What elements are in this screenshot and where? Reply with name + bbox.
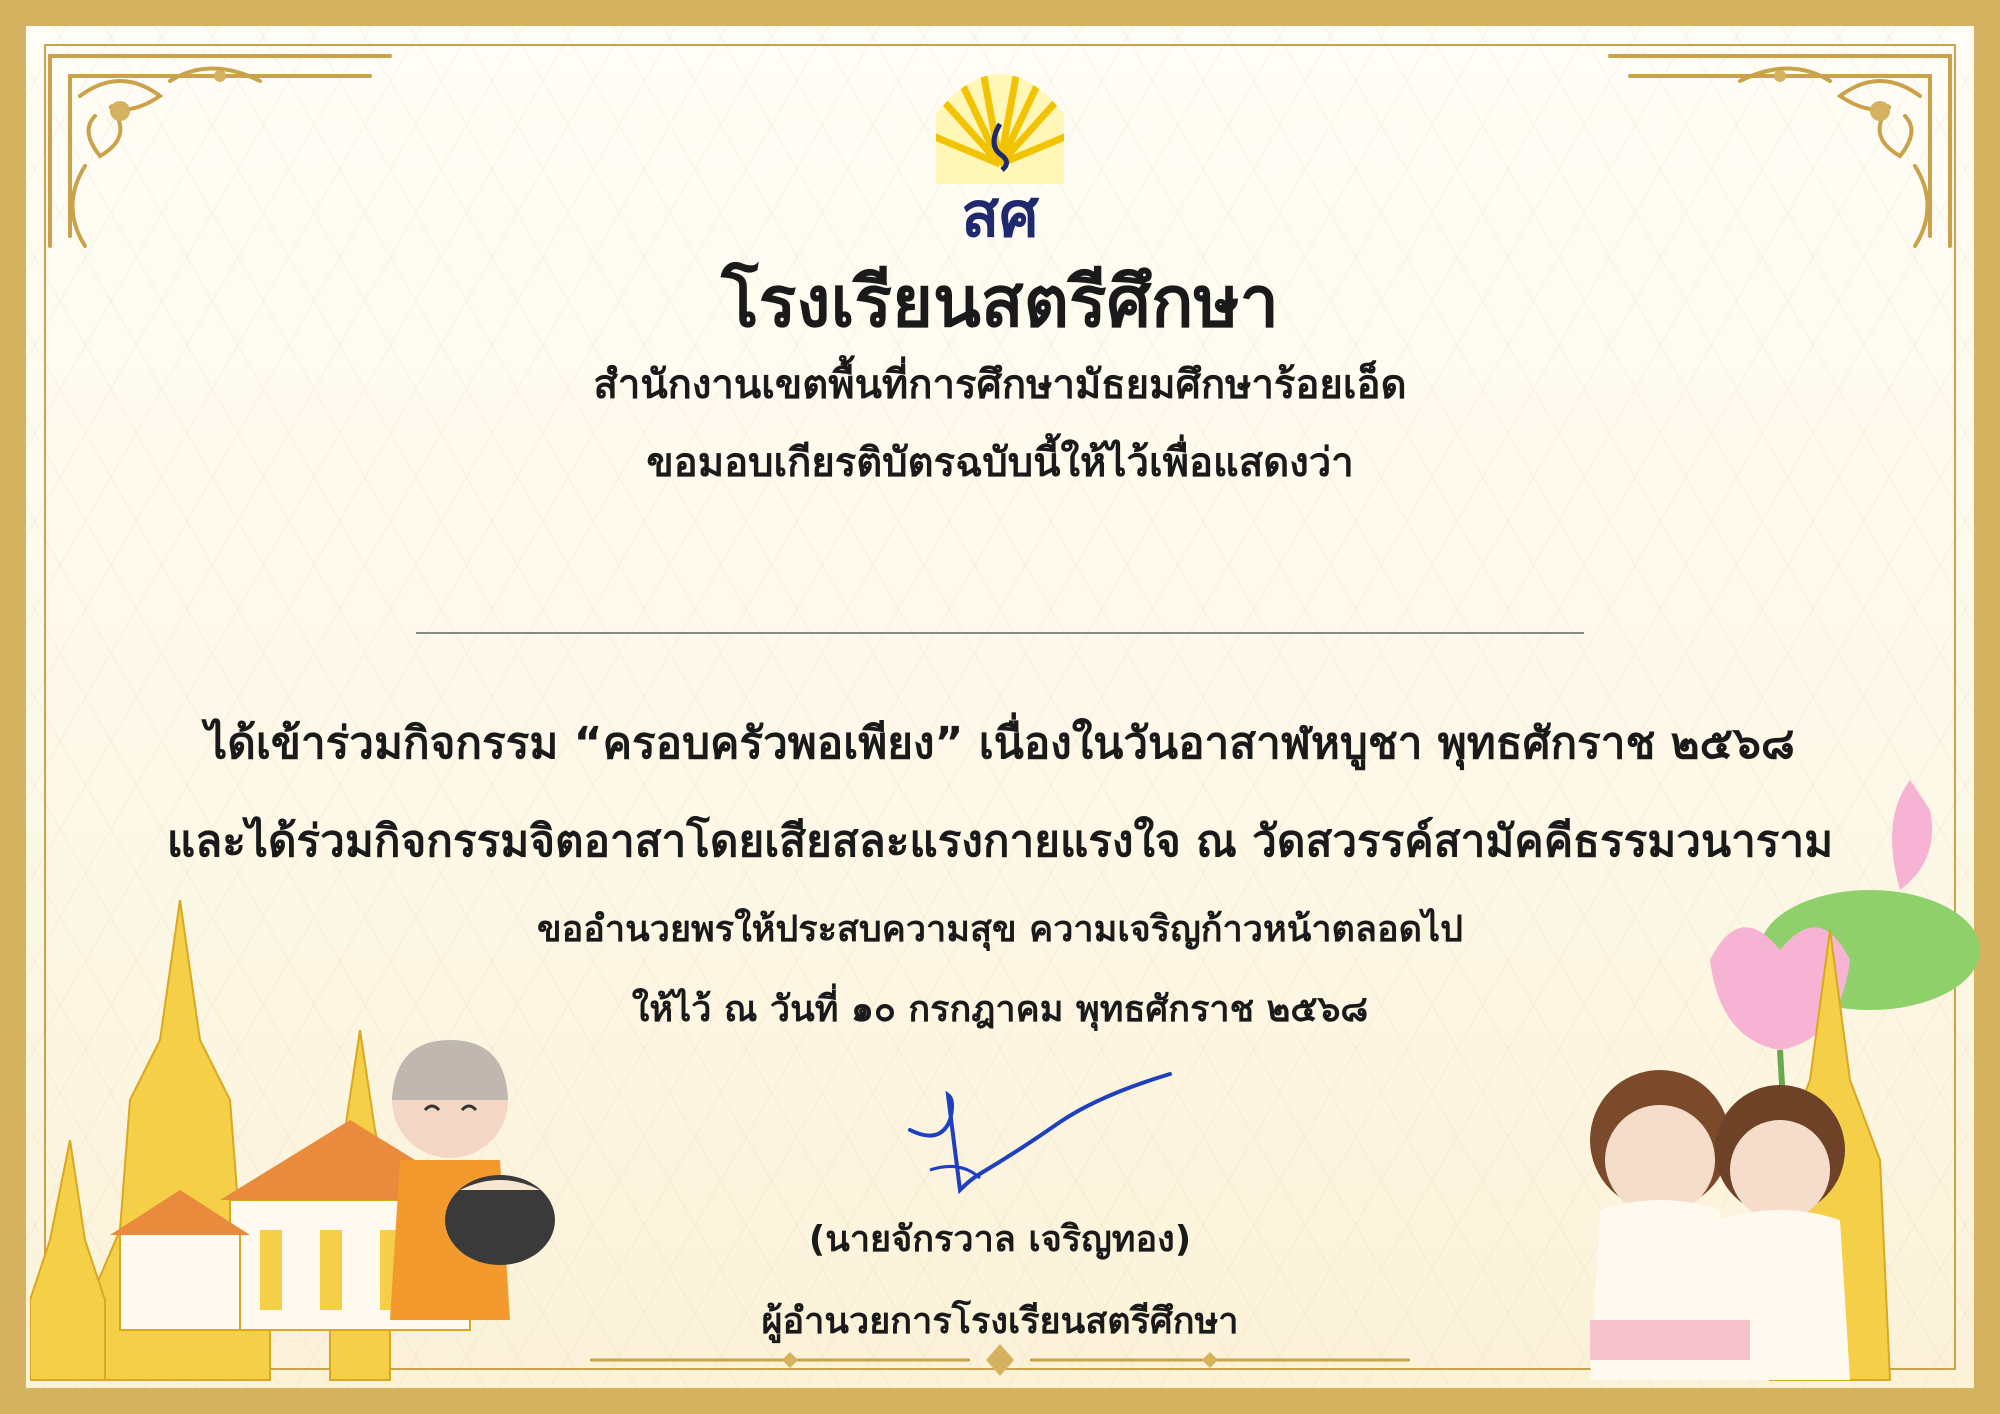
school-emblem-icon: สศ — [936, 74, 1064, 244]
activity-text-line1: ได้เข้าร่วมกิจกรรม “ครอบครัวพอเพียง” เนื… — [205, 718, 1795, 769]
svg-text:สศ: สศ — [961, 178, 1040, 244]
top-right-ornament-icon — [1608, 54, 1952, 248]
bottom-ornament-icon — [590, 1344, 1410, 1376]
certificate-frame: สศ โรงเรียนสตรีศึกษา สำนักงานเขตพื้นที่ก… — [0, 0, 2000, 1414]
lotus-children-illustration-icon — [1590, 780, 1980, 1381]
school-name: โรงเรียนสตรีศึกษา — [721, 261, 1279, 343]
signature-icon — [908, 1072, 1172, 1195]
office-name: สำนักงานเขตพื้นที่การศึกษามัธยมศึกษาร้อย… — [593, 362, 1407, 408]
top-left-ornament-icon — [48, 54, 392, 248]
recipient-name-line — [416, 632, 1584, 634]
presentation-text: ขอมอบเกียรติบัตรฉบับนี้ให้ไว้เพื่อแสดงว่… — [646, 440, 1354, 486]
temple-monk-illustration-icon — [30, 900, 555, 1381]
